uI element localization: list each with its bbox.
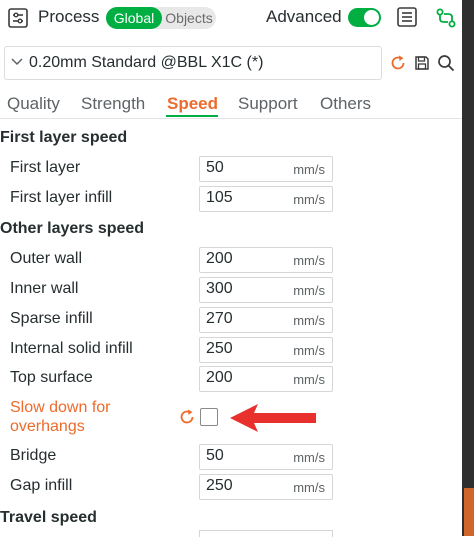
chevron-down-icon	[11, 58, 23, 66]
preset-dropdown[interactable]: 0.20mm Standard @BBL X1C (*)	[4, 46, 382, 80]
tab-others[interactable]: Others	[320, 94, 371, 114]
setting-label-top-surface: Top surface	[10, 369, 93, 386]
settings-tabs: Quality Strength Speed Support Others	[0, 94, 462, 118]
window-edge	[462, 0, 474, 536]
edge-accent	[464, 488, 474, 536]
field-unit: mm/s	[293, 450, 325, 465]
internal-solid-infill-speed-input[interactable]: 250 mm/s	[199, 337, 333, 363]
first-layer-infill-speed-input[interactable]: 105 mm/s	[199, 186, 333, 212]
field-value: 200	[206, 369, 233, 386]
sparse-infill-speed-input[interactable]: 270 mm/s	[199, 307, 333, 333]
setting-label-first-layer-infill: First layer infill	[10, 189, 113, 206]
slow-down-overhangs-checkbox[interactable]	[200, 408, 218, 426]
tab-strength[interactable]: Strength	[81, 94, 145, 114]
setting-label-outer-wall: Outer wall	[10, 250, 83, 267]
label-line: overhangs	[10, 418, 85, 435]
toggle-knob	[364, 10, 379, 25]
save-icon[interactable]	[414, 55, 430, 71]
process-header: Process Global Objects Advanced	[0, 0, 462, 36]
field-unit: mm/s	[293, 283, 325, 298]
setting-label-gap-infill: Gap infill	[10, 477, 73, 494]
section-first-layer-speed: First layer speed	[0, 129, 128, 146]
panel-title: Process	[38, 7, 100, 26]
scope-global-button[interactable]: Global	[106, 7, 162, 29]
field-unit: mm/s	[293, 372, 325, 387]
first-layer-speed-input[interactable]: 50 mm/s	[199, 156, 333, 182]
field-value: 250	[206, 340, 233, 357]
field-unit: mm/s	[293, 343, 325, 358]
scope-objects-button[interactable]: Objects	[163, 7, 215, 29]
reset-icon[interactable]	[390, 55, 406, 71]
tab-quality[interactable]: Quality	[7, 94, 60, 114]
field-unit: mm/s	[293, 313, 325, 328]
search-icon[interactable]	[437, 54, 455, 72]
tab-speed[interactable]: Speed	[167, 94, 218, 114]
field-unit: mm/s	[293, 480, 325, 495]
setting-label-inner-wall: Inner wall	[10, 280, 79, 297]
annotation-arrow-icon	[230, 404, 316, 432]
tabs-divider	[0, 118, 462, 119]
field-value: 270	[206, 310, 233, 327]
field-value: 105	[206, 189, 233, 206]
preset-name: 0.20mm Standard @BBL X1C (*)	[29, 54, 264, 71]
setting-label-bridge: Bridge	[10, 447, 57, 464]
top-surface-speed-input[interactable]: 200 mm/s	[199, 366, 333, 392]
process-icon	[8, 8, 28, 28]
field-unit: mm/s	[293, 192, 325, 207]
field-unit: mm/s	[293, 253, 325, 268]
active-tab-indicator	[166, 115, 218, 117]
reset-icon[interactable]	[179, 409, 195, 425]
compare-icon[interactable]	[435, 7, 457, 29]
field-value: 50	[206, 447, 224, 464]
field-value: 250	[206, 477, 233, 494]
setting-label-sparse-infill: Sparse infill	[10, 310, 93, 327]
setting-label-first-layer: First layer	[10, 159, 81, 176]
gap-infill-speed-input[interactable]: 250 mm/s	[199, 474, 333, 500]
field-value: 50	[206, 159, 224, 176]
tab-support[interactable]: Support	[238, 94, 298, 114]
scope-switch: Global Objects	[106, 7, 216, 29]
field-value: 300	[206, 280, 233, 297]
field-unit: mm/s	[293, 162, 325, 177]
field-value: 200	[206, 250, 233, 267]
setting-label-slow-down-overhangs: Slow down for overhangs	[10, 398, 111, 436]
setting-label-internal-solid-infill: Internal solid infill	[10, 340, 133, 357]
label-line: Slow down for	[10, 399, 111, 416]
advanced-toggle[interactable]	[348, 8, 381, 27]
bridge-speed-input[interactable]: 50 mm/s	[199, 444, 333, 470]
outer-wall-speed-input[interactable]: 200 mm/s	[199, 247, 333, 273]
section-other-layers-speed: Other layers speed	[0, 220, 145, 237]
section-travel-speed: Travel speed	[0, 509, 97, 526]
advanced-label: Advanced	[266, 7, 342, 26]
inner-wall-speed-input[interactable]: 300 mm/s	[199, 277, 333, 303]
list-icon[interactable]	[397, 7, 417, 27]
